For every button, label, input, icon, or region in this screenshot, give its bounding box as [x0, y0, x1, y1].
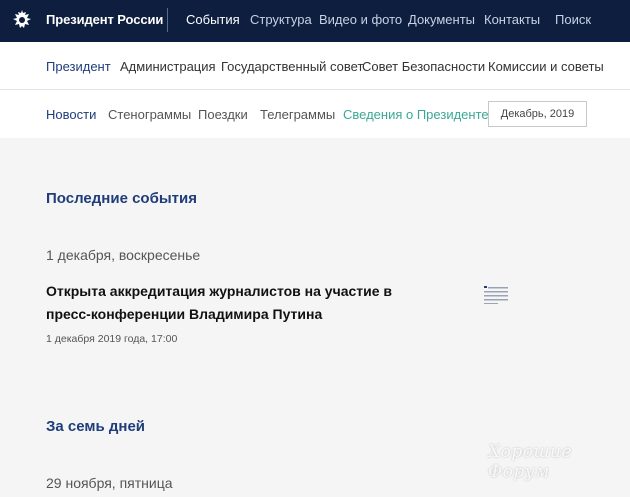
secnav-security-council[interactable]: Совет Безопасности [362, 59, 485, 74]
nav-structure[interactable]: Структура [250, 12, 312, 27]
secnav-administration[interactable]: Администрация [120, 59, 216, 74]
secnav-commissions[interactable]: Комиссии и советы [488, 59, 604, 74]
nav-contacts[interactable]: Контакты [484, 12, 540, 27]
text-article-icon [484, 286, 508, 304]
week-title: За семь дней [46, 418, 146, 435]
section-nav: Президент Администрация Государственный … [0, 42, 630, 90]
subnav-transcripts[interactable]: Стенограммы [108, 107, 191, 122]
watermark: Хорошие Форум [488, 442, 573, 482]
date-filter-button[interactable]: Декабрь, 2019 [488, 101, 587, 127]
subnav-president-info[interactable]: Сведения о Президенте [343, 107, 489, 122]
nav-video-photo[interactable]: Видео и фото [319, 12, 402, 27]
subnav-trips[interactable]: Поездки [198, 107, 248, 122]
news-headline-link[interactable]: Открыта аккредитация журналистов на учас… [46, 280, 416, 326]
brand-link[interactable]: Президент России [46, 12, 163, 27]
emblem-icon[interactable] [10, 8, 34, 32]
nav-documents[interactable]: Документы [408, 12, 475, 27]
subnav-news[interactable]: Новости [46, 107, 96, 122]
subnav-telegrams[interactable]: Телеграммы [260, 107, 335, 122]
secnav-president[interactable]: Президент [46, 59, 111, 74]
top-bar: Президент России События Структура Видео… [0, 0, 630, 42]
nav-events[interactable]: События [186, 12, 240, 27]
day-heading: 1 декабря, воскресенье [46, 247, 201, 263]
day-heading-2: 29 ноября, пятница [46, 475, 173, 491]
secnav-state-council[interactable]: Государственный совет [221, 59, 363, 74]
header-divider [167, 8, 168, 32]
nav-search[interactable]: Поиск [555, 12, 591, 27]
news-timestamp: 1 декабря 2019 года, 17:00 [46, 333, 178, 345]
latest-events-title: Последние события [46, 190, 197, 207]
